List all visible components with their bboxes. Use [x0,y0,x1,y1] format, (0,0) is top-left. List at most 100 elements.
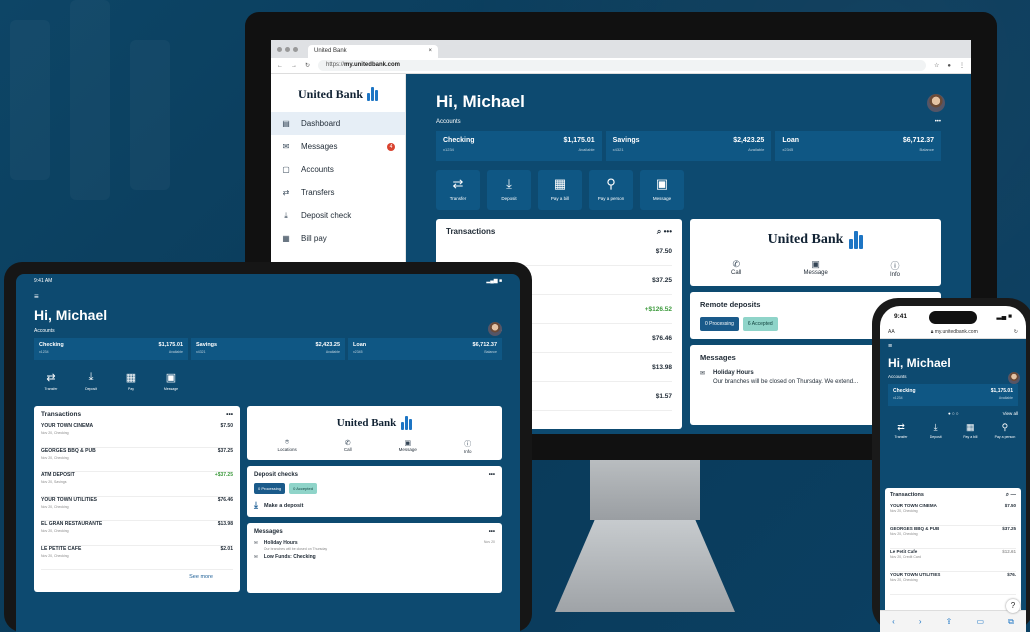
list-item[interactable]: ✉ Holiday Hours Our branches will be close… [254,540,495,551]
make-deposit-button[interactable]: ⤓ Make a deposit [254,500,495,511]
message-button[interactable]: ▣ Message [399,439,417,454]
see-more-link[interactable]: See more [41,574,233,580]
locations-button[interactable]: ⌾ Locations [278,439,297,454]
account-card-loan[interactable]: Loan x2345 $6,712.37 Balance [348,338,502,360]
list-item[interactable]: ✉ Low Funds: Checking [254,554,495,560]
back-icon[interactable]: ‹ [892,617,895,626]
transfer-button[interactable]: ⇄ Transfer [436,170,480,210]
deposit-button[interactable]: ⤓ Deposit [487,170,531,210]
reader-button[interactable]: AA [888,329,895,335]
account-card-loan[interactable]: Loan x2345 $6,712.37 Balance [775,131,942,161]
more-icon[interactable]: ••• [226,411,233,418]
accounts-label: Accounts [34,328,55,334]
message-button[interactable]: ▣ Message [154,368,188,398]
search-icon[interactable]: ⌕ [1006,492,1009,498]
table-row[interactable]: YOUR TOWN CINEMA Nov 20, Checking $7.50 [41,423,233,448]
reload-icon[interactable]: ↻ [305,62,310,69]
table-row[interactable]: GEORGES BBQ & PUB Nov 20, Checking $37.25 [41,448,233,472]
forward-icon[interactable]: › [919,617,922,626]
account-summary: Checking x1234 $1,175.01 Available Savings x… [34,338,502,360]
deposit-checks-card: Deposit checks ••• 0 Processing 0 Accepted… [247,466,502,517]
forward-icon[interactable]: → [291,63,297,69]
sidebar-item-deposit-check[interactable]: ⤓ Deposit check [271,204,405,227]
account-card-checking[interactable]: Checking x1234 $1,175.01 Available [888,384,1018,406]
carousel-dots[interactable]: ● ○ ○ [948,411,959,416]
search-icon[interactable]: ⌕ [657,227,661,236]
accepted-pill[interactable]: 6 Accepted [742,317,778,331]
message-icon: ▣ [655,176,669,191]
call-button[interactable]: ✆ Call [344,439,352,454]
bg-pattern [70,0,110,200]
close-icon[interactable]: × [428,48,432,55]
reload-icon[interactable]: ↻ [1014,329,1018,335]
pay-person-button[interactable]: ⚲ Pay a person [589,170,633,210]
view-all-link[interactable]: View all [1003,411,1018,416]
table-row[interactable]: YOUR TOWN UTILITIES Nov 20, Checking $76. [890,572,1016,595]
table-row[interactable]: YOUR TOWN UTILITIES Nov 20, Checking $76.4… [41,497,233,521]
sidebar-item-transfers[interactable]: ⇄ Transfers [271,181,405,204]
more-icon[interactable]: ••• [664,227,672,236]
more-icon[interactable]: ••• [489,529,495,535]
processing-pill[interactable]: 0 Processing [700,317,739,331]
transfer-button[interactable]: ⇄ Transfer [34,368,68,398]
processing-pill[interactable]: 0 Processing [254,483,286,494]
more-icon[interactable]: ••• [935,119,941,125]
address-bar[interactable]: AA 🔒︎ my.unitedbank.com ↻ [880,326,1026,339]
dashboard-icon: ▤ [282,119,290,128]
table-row[interactable]: GEORGES BBQ & PUB Nov 20, Checking $37.25 [890,526,1016,549]
info-button[interactable]: ⓘ Info [890,259,900,278]
avatar[interactable] [927,94,945,112]
table-row[interactable]: YOUR TOWN CINEMA Nov 20, Checking $7.50 [890,503,1016,526]
tabs-icon[interactable]: ⧉ [1008,617,1014,627]
pay-person-button[interactable]: ⚲ Pay a person [992,422,1018,439]
more-icon[interactable]: — [1011,492,1017,498]
messages-title: Messages [254,529,283,535]
pay-bill-button[interactable]: ▦ Pay a bill [538,170,582,210]
deposit-button[interactable]: ⤓ Deposit [923,422,949,439]
account-card-savings[interactable]: Savings x4321 $2,423.25 Available [605,131,772,161]
sidebar-item-dashboard[interactable]: ▤ Dashboard [271,112,405,135]
table-row[interactable]: Le Petit Cafe Nov 20, Credit Card $12.61 [890,549,1016,572]
brand-logo[interactable]: United Bank [271,80,405,108]
hamburger-icon[interactable]: ≡ [34,292,502,301]
accepted-pill[interactable]: 0 Accepted [289,483,317,494]
menu-icon[interactable]: ⋮ [959,62,965,69]
table-row[interactable]: LE PETITE CAFE Nov 20, Checking $2.01 [41,546,233,570]
tablet-device: 9:41 AM ▂▄▆ ■ ≡ Hi, Michael Accounts ••• C… [4,262,532,632]
sidebar-item-messages[interactable]: ✉ Messages 4 [271,135,405,158]
back-icon[interactable]: ← [277,63,283,69]
mail-icon: ✉ [254,540,258,545]
avatar[interactable] [1008,372,1020,384]
deposit-icon: ⤓ [933,422,938,432]
transfer-button[interactable]: ⇄ Transfer [888,422,914,439]
browser-tab[interactable]: United Bank × [308,45,438,58]
brand-logo: United Bank [700,227,931,253]
pay-button[interactable]: ▦ Pay [114,368,148,398]
person-icon: ⚲ [606,176,616,191]
message-button[interactable]: ▣ Message [803,259,827,278]
more-icon[interactable]: ••• [489,472,495,478]
account-card-checking[interactable]: Checking x1234 $1,175.01 Available [436,131,602,161]
hamburger-icon[interactable]: ≡ [888,343,1018,350]
info-button[interactable]: ⓘ Info [464,439,472,454]
sidebar-item-accounts[interactable]: ▢ Accounts [271,158,405,181]
transfer-icon: ⇄ [452,176,464,191]
info-icon: ⓘ [464,441,472,448]
star-icon[interactable]: ☆ [934,62,939,69]
deposit-button[interactable]: ⤓ Deposit [74,368,108,398]
address-bar[interactable]: https://my.unitedbank.com [318,60,926,71]
phone-icon: ✆ [344,440,351,447]
table-row[interactable]: EL GRAN RESTAURANTE Nov 20, Checking $13.9… [41,521,233,546]
pay-bill-button[interactable]: ▦ Pay a bill [957,422,983,439]
message-button[interactable]: ▣ Message [640,170,684,210]
bookmarks-icon[interactable]: ▭ [976,617,984,626]
sidebar-item-bill-pay[interactable]: ▦ Bill pay [271,227,405,250]
share-icon[interactable]: ⇪ [946,617,953,626]
account-card-checking[interactable]: Checking x1234 $1,175.01 Available [34,338,188,360]
account-card-savings[interactable]: Savings x4321 $2,423.25 Available [191,338,345,360]
help-button[interactable]: ? [1006,599,1020,613]
table-row[interactable]: ATM DEPOSIT Nov 20, Savings +$37.25 [41,472,233,497]
profile-icon[interactable]: ● [947,63,951,69]
avatar[interactable] [488,322,502,336]
call-button[interactable]: ✆ Call [731,259,741,278]
